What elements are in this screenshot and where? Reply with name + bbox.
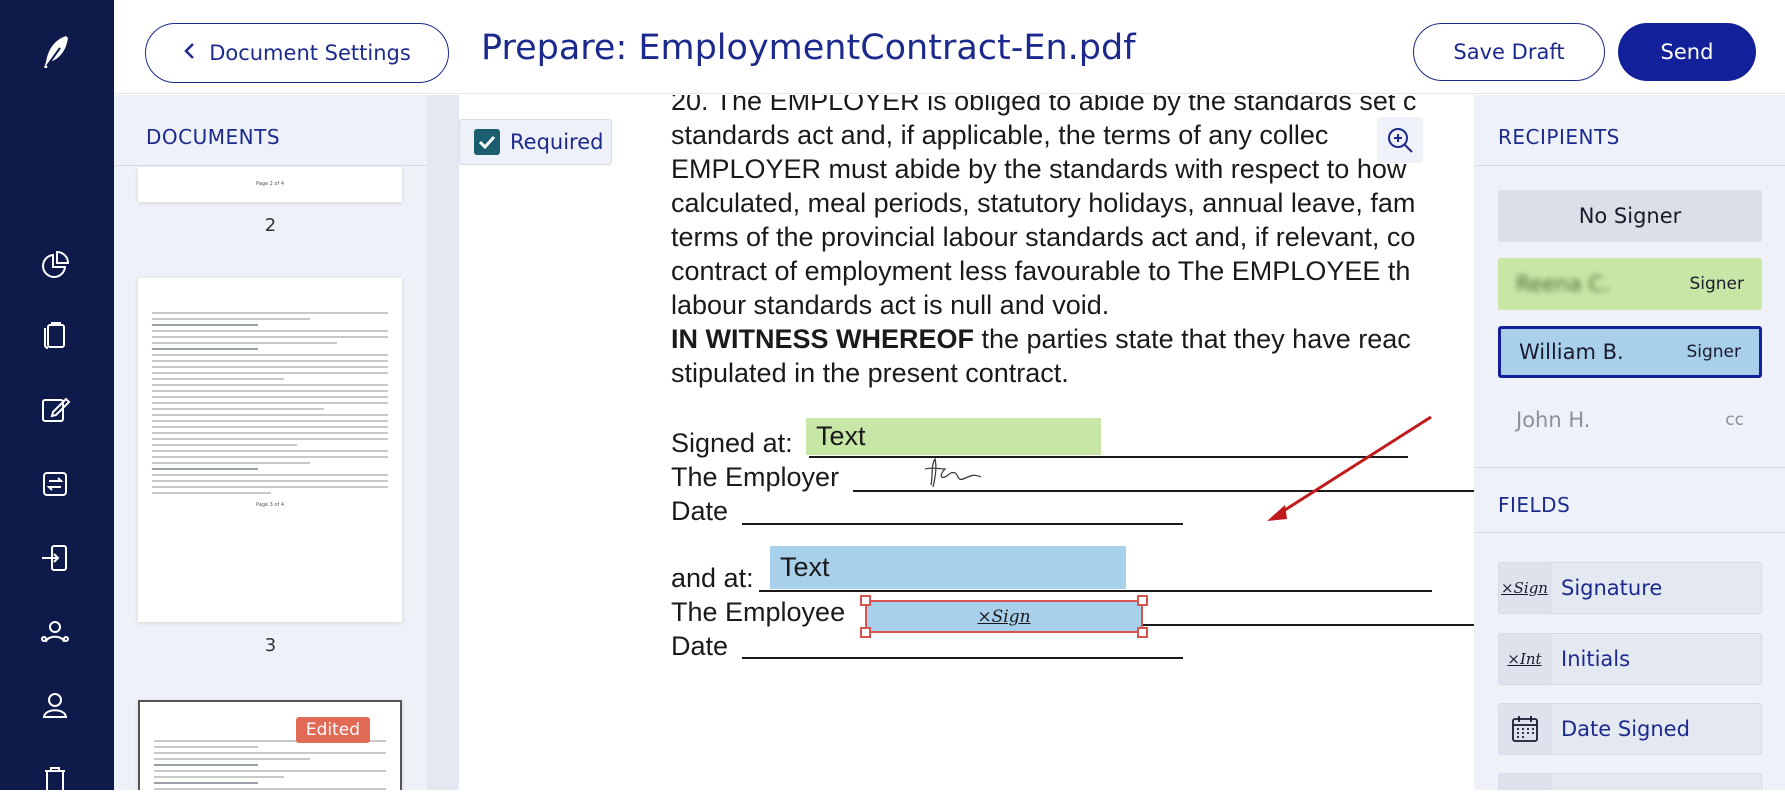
- field-signature[interactable]: ×Sign Signature: [1498, 562, 1762, 614]
- chevron-left-icon: [183, 41, 195, 65]
- paragraph-line: labour standards act is null and void.: [671, 290, 1110, 320]
- date-label: Date: [671, 631, 729, 661]
- required-label: Required: [510, 130, 604, 154]
- field-label: Initials: [1561, 647, 1631, 671]
- recipients-title: RECIPIENTS: [1498, 125, 1620, 149]
- recipient-role: Signer: [1686, 342, 1741, 362]
- edit-icon[interactable]: [36, 390, 74, 428]
- field-label: Date Signed: [1561, 717, 1690, 741]
- initials-icon: ×Int: [1499, 634, 1551, 684]
- divider: [114, 165, 427, 166]
- paragraph-line: standards act and, if applicable, the te…: [671, 120, 1329, 150]
- witness-line: IN WITNESS WHEREOF the parties state tha…: [671, 322, 1474, 356]
- people-icon[interactable]: [36, 612, 74, 650]
- zoom-in-icon[interactable]: [1377, 117, 1423, 163]
- sign-icon: ×Sign: [1499, 563, 1551, 613]
- recipient-name: No Signer: [1578, 204, 1682, 228]
- right-panel: RECIPIENTS No Signer Reena C. Signer Wil…: [1474, 95, 1785, 790]
- trash-icon[interactable]: [36, 760, 74, 798]
- sign-in-icon[interactable]: [36, 539, 74, 577]
- and-at-underline: [759, 590, 1432, 592]
- paragraph-line: calculated, meal periods, statutory holi…: [671, 188, 1416, 218]
- page-number: 2: [264, 215, 277, 236]
- signed-at-label: Signed at:: [671, 428, 793, 458]
- recipient-john[interactable]: John H. cc: [1498, 394, 1762, 446]
- save-draft-button[interactable]: Save Draft: [1413, 23, 1605, 81]
- edited-badge: Edited: [295, 717, 370, 743]
- divider: [1474, 467, 1785, 468]
- recipient-role: Signer: [1689, 274, 1744, 294]
- resize-handle[interactable]: [860, 627, 871, 638]
- pointer-arrow: [1239, 415, 1439, 549]
- recipient-william[interactable]: William B. Signer: [1498, 326, 1762, 378]
- pie-chart-icon[interactable]: [36, 246, 74, 284]
- sign-field-label: ×Sign: [977, 606, 1031, 627]
- date-underline: [742, 523, 1183, 525]
- resize-handle[interactable]: [1137, 595, 1148, 606]
- calendar-icon: [1499, 704, 1551, 754]
- date-label: Date: [671, 496, 729, 526]
- and-at-label: and at:: [671, 563, 754, 593]
- document-settings-button[interactable]: Document Settings: [145, 23, 449, 83]
- fields-title: FIELDS: [1498, 493, 1571, 517]
- employer-label: The Employer: [671, 462, 840, 492]
- paragraph-line: contract of employment less favourable t…: [671, 256, 1411, 286]
- feather-logo-icon[interactable]: [36, 32, 76, 72]
- recipient-no-signer[interactable]: No Signer: [1498, 190, 1762, 242]
- document-viewer: 20. The EMPLOYER is obliged to abide by …: [459, 95, 1474, 790]
- page-footer: Page 3 of 4: [255, 502, 285, 508]
- documents-title: DOCUMENTS: [146, 125, 281, 149]
- witness-text: the parties state that they have reac: [974, 324, 1411, 354]
- recipient-name: John H.: [1516, 408, 1591, 432]
- resize-handle[interactable]: [1137, 627, 1148, 638]
- page-number: 3: [264, 635, 277, 656]
- witness-bold: IN WITNESS WHEREOF: [671, 324, 974, 354]
- field-more[interactable]: [1498, 773, 1762, 790]
- text-field-employer[interactable]: Text: [806, 418, 1101, 455]
- paragraph-line: 20. The EMPLOYER is obliged to abide by …: [671, 95, 1417, 116]
- divider: [1474, 165, 1785, 166]
- documents-panel: DOCUMENTS Page 2 of 4 2 Page 3 of 4 3 Ed…: [114, 95, 427, 790]
- nav-rail: [0, 0, 114, 792]
- user-icon[interactable]: [36, 686, 74, 724]
- required-checkbox[interactable]: Required: [459, 119, 612, 165]
- resize-handle[interactable]: [860, 595, 871, 606]
- employer-signature: [921, 455, 987, 495]
- page-thumbnail-3[interactable]: Page 3 of 4: [138, 278, 402, 622]
- top-bar: Document Settings Prepare: EmploymentCon…: [114, 0, 1785, 94]
- recipient-role: cc: [1725, 410, 1744, 430]
- document-settings-label: Document Settings: [209, 41, 411, 65]
- documents-icon[interactable]: [36, 316, 74, 354]
- recipient-name: William B.: [1519, 340, 1624, 364]
- page-thumbnail-4[interactable]: Edited: [138, 700, 402, 790]
- send-button[interactable]: Send: [1618, 23, 1756, 81]
- signature-field-selected[interactable]: ×Sign: [860, 595, 1148, 638]
- date-underline: [742, 657, 1183, 659]
- field-initials[interactable]: ×Int Initials: [1498, 633, 1762, 685]
- paragraph-line: EMPLOYER must abide by the standards wit…: [671, 154, 1407, 184]
- field-label: Signature: [1561, 576, 1663, 600]
- transfer-icon[interactable]: [36, 465, 74, 503]
- contract-paragraph: 20. The EMPLOYER is obliged to abide by …: [671, 95, 1474, 390]
- witness-line-2: stipulated in the present contract.: [671, 358, 1069, 388]
- field-icon: [1499, 774, 1551, 790]
- page-footer: Page 2 of 4: [255, 181, 285, 187]
- paragraph-line: terms of the provincial labour standards…: [671, 222, 1416, 252]
- page-title: Prepare: EmploymentContract-En.pdf: [481, 28, 1136, 68]
- panel-gutter: [427, 95, 459, 790]
- recipient-name-blurred: Reena C.: [1516, 272, 1610, 296]
- page-thumbnail-2[interactable]: Page 2 of 4: [138, 167, 402, 202]
- checkmark-icon: [474, 129, 500, 155]
- field-date-signed[interactable]: Date Signed: [1498, 703, 1762, 755]
- recipient-reena[interactable]: Reena C. Signer: [1498, 258, 1762, 310]
- text-field-employee[interactable]: Text: [770, 546, 1126, 589]
- employee-label: The Employee: [671, 597, 846, 627]
- divider: [1474, 532, 1785, 533]
